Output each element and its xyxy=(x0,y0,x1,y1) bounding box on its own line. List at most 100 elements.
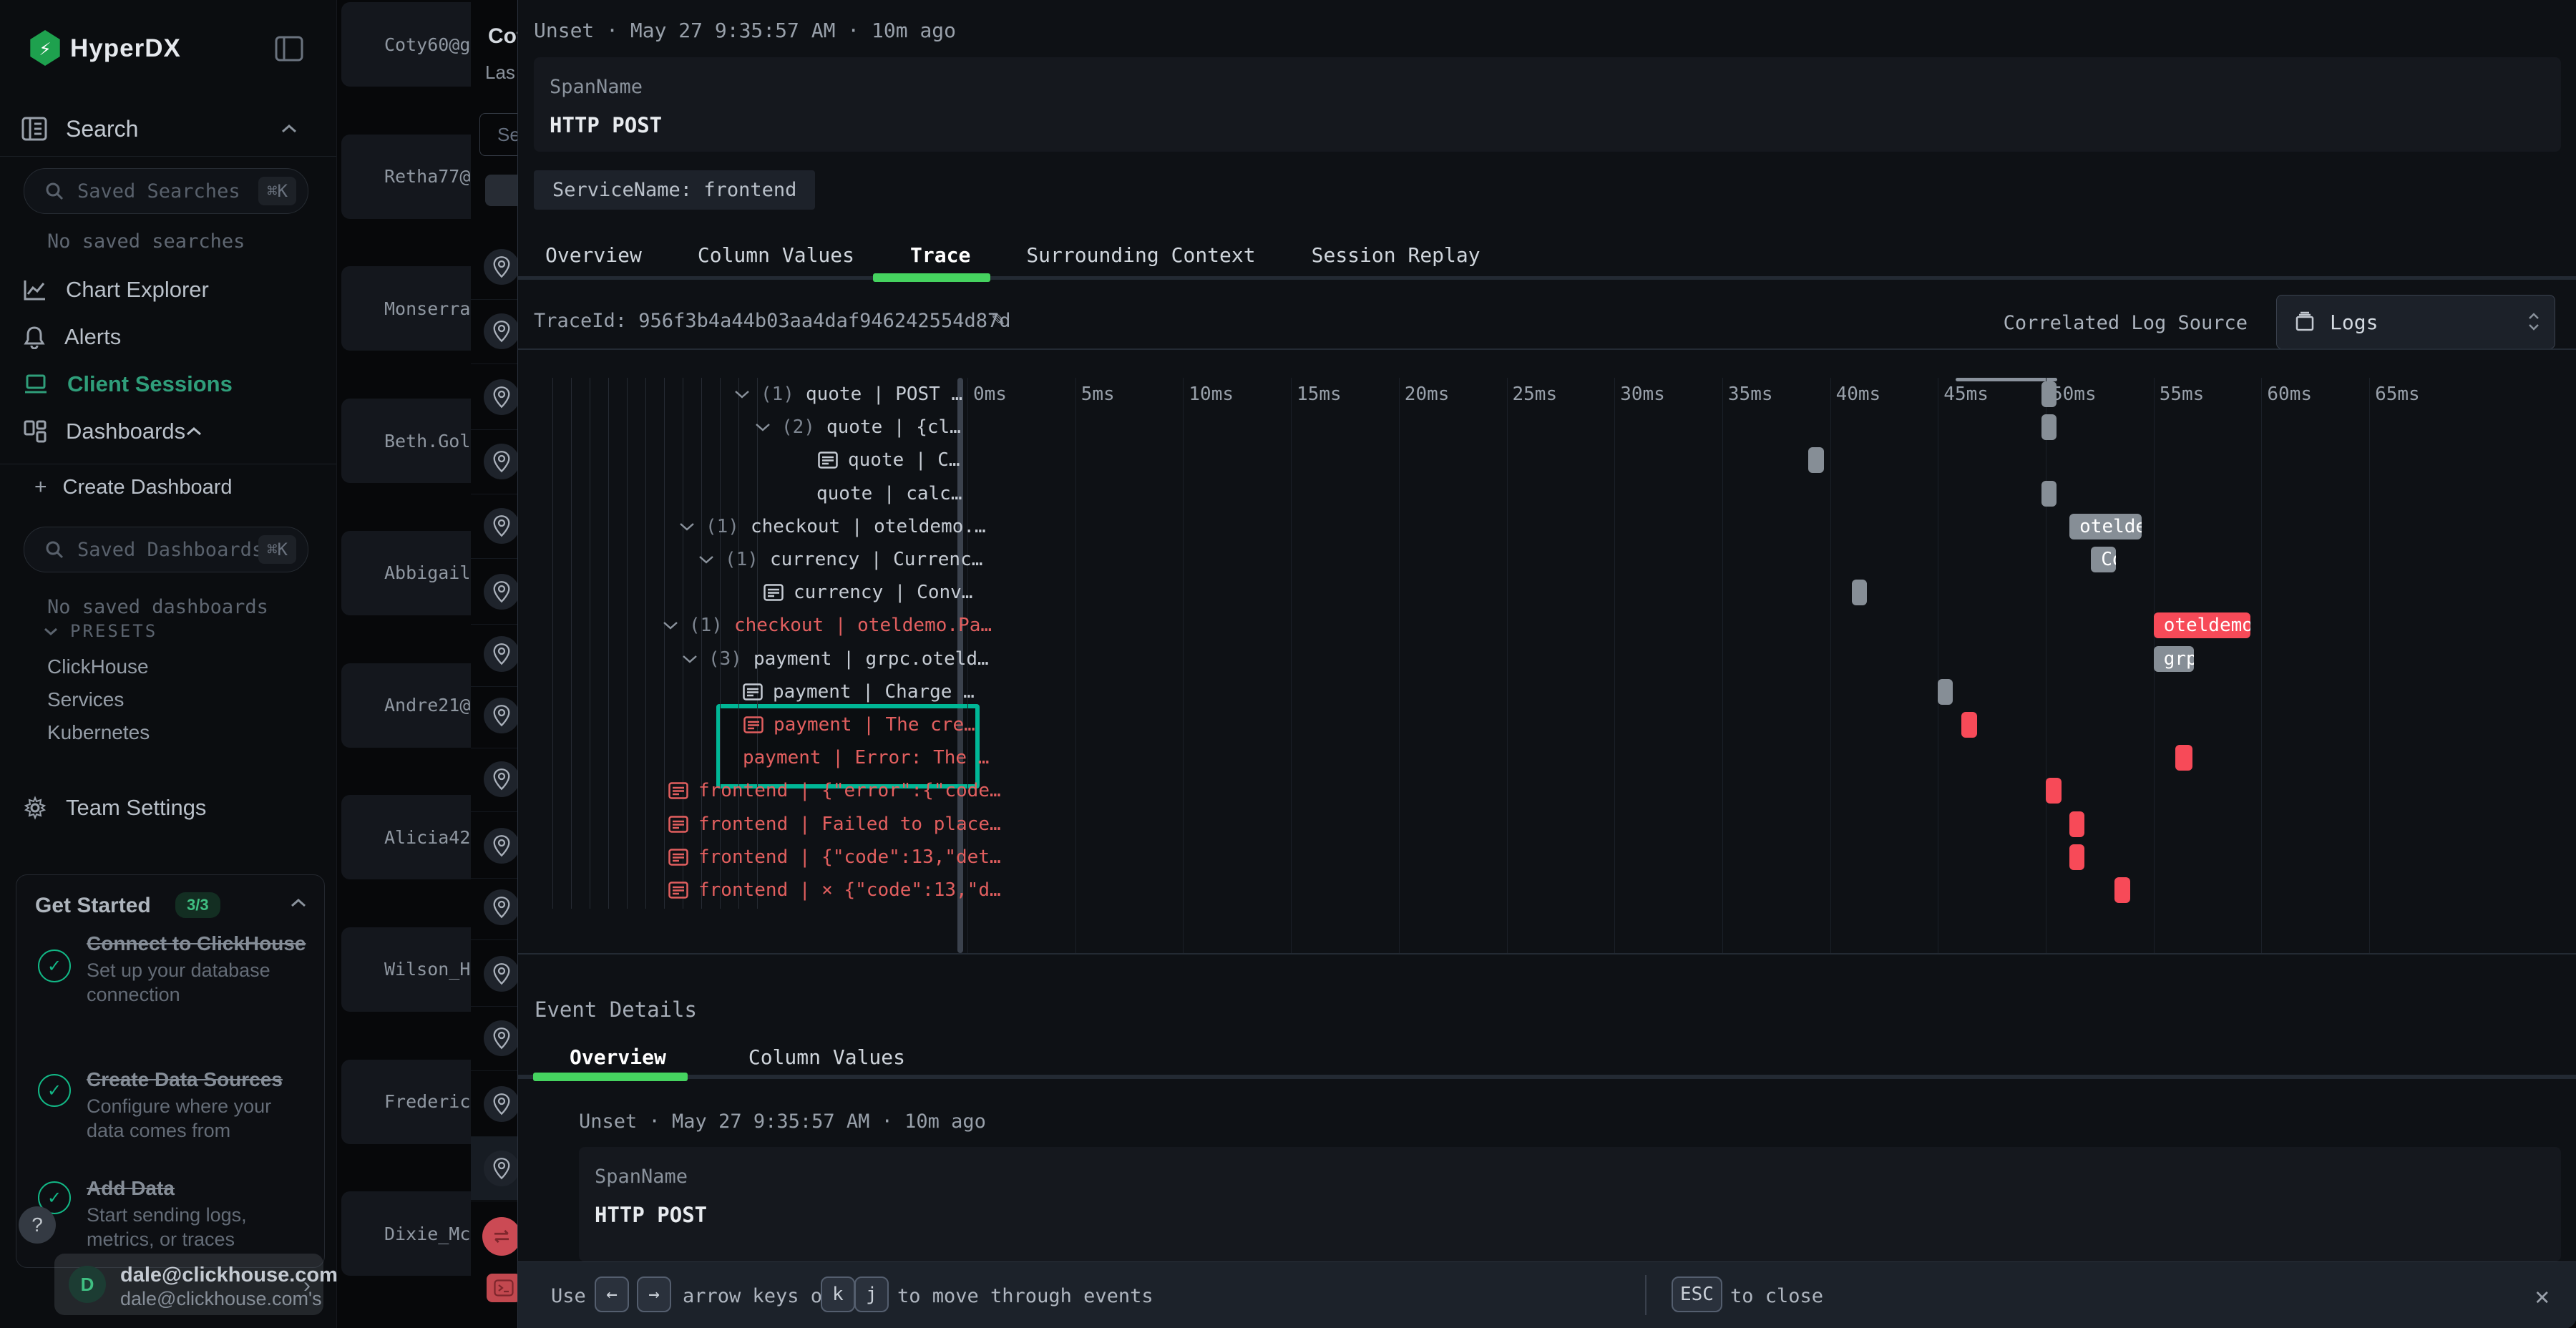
map-pin-icon[interactable] xyxy=(484,828,519,864)
tab-ed-overview[interactable]: Overview xyxy=(570,1045,666,1069)
timeline-scroll-indicator[interactable] xyxy=(1956,378,2057,381)
trace-tree-row[interactable]: frontend | {"error":{"code… xyxy=(530,774,1097,807)
get-started-item[interactable]: ✓ Create Data Sources Configure where yo… xyxy=(38,1067,307,1143)
trace-span-bar[interactable] xyxy=(2046,778,2062,804)
tab-surrounding-context[interactable]: Surrounding Context xyxy=(1026,243,1255,267)
tab-trace[interactable]: Trace xyxy=(910,243,970,267)
expand-chevron-icon[interactable] xyxy=(662,620,679,630)
session-list-item[interactable]: Coty60@g xyxy=(341,2,471,87)
session-list-item[interactable]: Alicia42 xyxy=(341,795,471,879)
trace-span-bar[interactable]: Co xyxy=(2091,547,2116,572)
trace-tree-row[interactable]: frontend | {"code":13,"det… xyxy=(530,841,1097,874)
sidebar-item-team-settings[interactable]: Team Settings xyxy=(0,786,336,830)
map-pin-icon[interactable] xyxy=(484,574,519,610)
trace-tree-row[interactable]: (2)quote | {cl… xyxy=(530,411,1183,444)
trace-span-bar[interactable] xyxy=(2114,877,2130,903)
expand-chevron-icon[interactable] xyxy=(698,555,715,565)
map-pin-icon[interactable] xyxy=(484,249,519,285)
expand-chevron-icon[interactable] xyxy=(678,522,696,532)
trace-span-bar[interactable] xyxy=(1808,447,1823,473)
expand-chevron-icon[interactable] xyxy=(754,422,771,432)
sidebar-item-dashboards[interactable]: Dashboards xyxy=(0,409,336,454)
trace-span-bar[interactable]: grpc xyxy=(2154,646,2194,672)
presets-toggle[interactable]: PRESETS xyxy=(43,621,157,641)
chevron-up-icon[interactable] xyxy=(290,898,307,908)
trace-span-bar[interactable] xyxy=(2041,414,2057,440)
log-source-select[interactable]: Logs xyxy=(2276,295,2555,349)
create-dashboard-button[interactable]: + Create Dashboard xyxy=(0,467,336,508)
trace-tree-row[interactable]: (1)checkout | oteldemo.… xyxy=(530,510,1107,543)
sidebar-item-alerts[interactable]: Alerts xyxy=(0,315,336,359)
map-pin-icon[interactable] xyxy=(484,1086,519,1122)
trace-tree-row[interactable]: payment | Charge … xyxy=(530,675,1171,708)
sidebar-item-client-sessions[interactable]: Client Sessions xyxy=(0,362,336,406)
sidebar-item-clickhouse[interactable]: ClickHouse xyxy=(47,655,149,678)
trace-span-bar[interactable] xyxy=(2069,811,2084,837)
user-profile-chip[interactable]: D dale@clickhouse.com dale@clickhouse.co… xyxy=(54,1254,323,1315)
sidebar-section-search[interactable]: Search xyxy=(0,106,336,152)
trace-tree-row[interactable]: payment | The cre… xyxy=(530,708,1172,741)
saved-dashboards-input[interactable]: Saved Dashboards ⌘K xyxy=(24,527,308,572)
help-button[interactable]: ? xyxy=(19,1206,56,1244)
sidebar-collapse-icon[interactable] xyxy=(275,36,303,62)
terminal-event-icon[interactable] xyxy=(487,1274,521,1302)
map-pin-icon[interactable] xyxy=(484,761,519,797)
edit-pencil-icon[interactable]: ✎ xyxy=(992,306,1005,331)
service-name-tag[interactable]: ServiceName: frontend xyxy=(534,170,815,210)
trace-tree-row[interactable]: (1)checkout | oteldemo.Pa… xyxy=(530,609,1091,642)
map-pin-icon[interactable] xyxy=(484,1151,519,1186)
trace-tree-row[interactable]: quote | calc… xyxy=(530,477,1245,510)
trace-tree-row[interactable]: (1)quote | POST … xyxy=(530,378,1162,411)
get-started-item[interactable]: ✓ Add Data Start sending logs, metrics, … xyxy=(38,1176,307,1252)
trace-span-bar[interactable] xyxy=(2069,844,2084,870)
sidebar-item-services[interactable]: Services xyxy=(47,688,124,711)
map-pin-icon[interactable] xyxy=(484,698,519,733)
trace-span-bar[interactable] xyxy=(2041,381,2057,407)
trace-span-bar[interactable] xyxy=(1961,712,1976,738)
session-list-item[interactable]: Monserra xyxy=(341,266,471,351)
saved-searches-input[interactable]: Saved Searches ⌘K xyxy=(24,168,308,214)
session-list-item[interactable]: Dixie_Mc xyxy=(341,1191,471,1276)
map-pin-icon[interactable] xyxy=(484,508,519,544)
trace-span-bar[interactable] xyxy=(2175,745,2192,771)
trace-span-bar[interactable]: oteldemo. xyxy=(2069,514,2142,540)
trace-span-bar[interactable] xyxy=(1938,679,1953,705)
close-icon[interactable]: ✕ xyxy=(2535,1282,2550,1311)
trace-span-bar[interactable] xyxy=(1852,580,1867,605)
map-pin-icon[interactable] xyxy=(484,444,519,479)
trace-tree-row[interactable]: quote | C… xyxy=(530,444,1246,477)
session-list-item[interactable]: Beth.Gol xyxy=(341,399,471,483)
trace-span-bar[interactable]: oteldemo. xyxy=(2154,612,2251,638)
exchange-event-icon[interactable] xyxy=(482,1217,521,1256)
map-pin-icon[interactable] xyxy=(484,379,519,415)
tab-ed-column-values[interactable]: Column Values xyxy=(748,1045,905,1069)
expand-chevron-icon[interactable] xyxy=(733,389,751,399)
chevron-up-icon[interactable] xyxy=(185,426,203,436)
tab-session-replay[interactable]: Session Replay xyxy=(1312,243,1480,267)
trace-tree-row[interactable]: currency | Conv… xyxy=(530,576,1192,609)
map-pin-icon[interactable] xyxy=(484,636,519,672)
get-started-item[interactable]: ✓ Connect to ClickHouse Set up your data… xyxy=(38,931,307,1007)
trace-tree-row[interactable]: payment | Error: The … xyxy=(530,741,1171,774)
sidebar-item-chart-explorer[interactable]: Chart Explorer xyxy=(0,268,336,312)
session-list-item[interactable]: Andre21@ xyxy=(341,663,471,748)
trace-tree-row[interactable]: (1)currency | Currenc… xyxy=(530,543,1126,576)
session-list-item[interactable]: Frederic xyxy=(341,1060,471,1144)
trace-tree-row[interactable]: frontend | Failed to place… xyxy=(530,808,1097,841)
expand-chevron-icon[interactable] xyxy=(681,654,698,664)
trace-tree-row[interactable]: frontend | × {"code":13,"d… xyxy=(530,874,1097,907)
session-list-item[interactable]: Abbigail xyxy=(341,531,471,615)
tab-column-values[interactable]: Column Values xyxy=(698,243,854,267)
tab-overview[interactable]: Overview xyxy=(545,243,642,267)
span-label: quote | POST … xyxy=(806,384,962,405)
trace-span-bar[interactable] xyxy=(2041,481,2057,507)
trace-tree-row[interactable]: (3)payment | grpc.oteld… xyxy=(530,643,1110,675)
map-pin-icon[interactable] xyxy=(484,956,519,992)
session-list-item[interactable]: Wilson_H xyxy=(341,927,471,1012)
map-pin-icon[interactable] xyxy=(484,1020,519,1056)
map-pin-icon[interactable] xyxy=(484,889,519,925)
chevron-up-icon[interactable] xyxy=(280,124,298,134)
map-pin-icon[interactable] xyxy=(484,313,519,349)
sidebar-item-kubernetes[interactable]: Kubernetes xyxy=(47,721,150,744)
session-list-item[interactable]: Retha77@ xyxy=(341,135,471,219)
